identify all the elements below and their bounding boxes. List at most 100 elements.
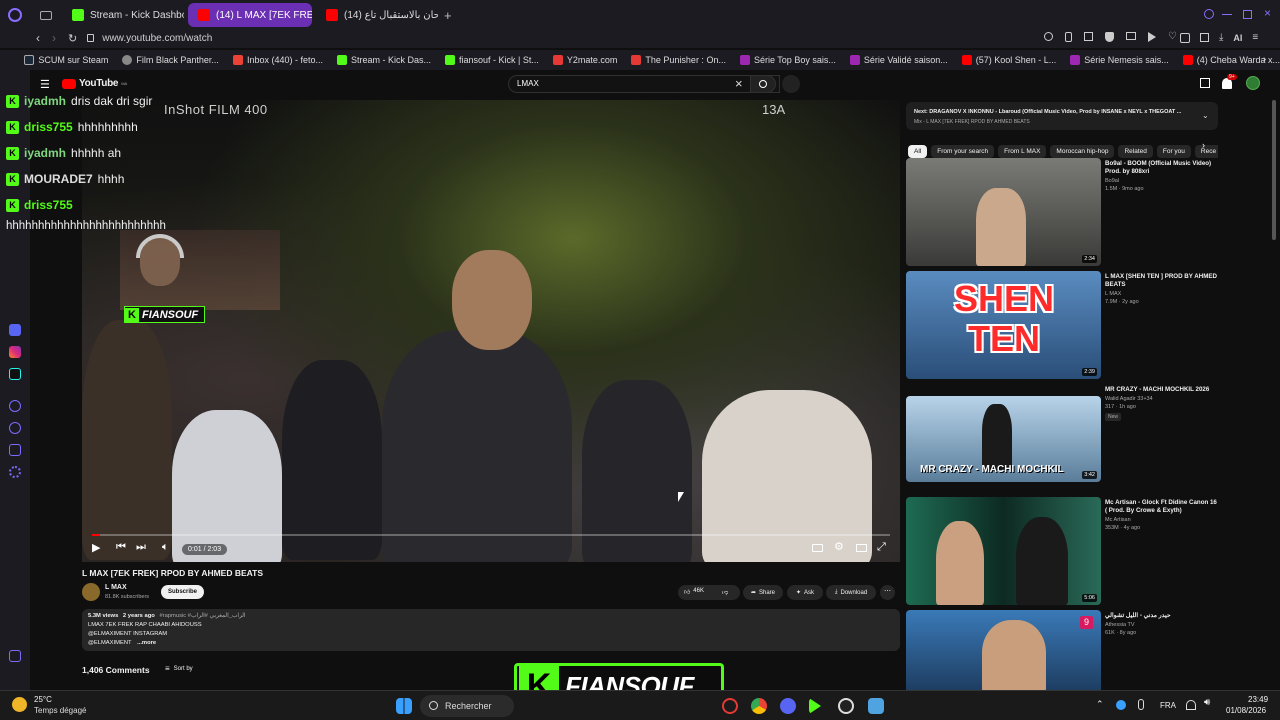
create-icon[interactable] (1200, 78, 1210, 88)
bookmarks-more-icon[interactable]: › (1263, 54, 1266, 65)
channel-name[interactable]: L MAX (105, 584, 127, 591)
chip-recent[interactable]: Rece (1194, 145, 1218, 158)
url-field[interactable]: www.youtube.com/watch (102, 33, 212, 44)
recommendation-item[interactable]: 2:34 Bo9al - BOOM (Official Music Video)… (906, 158, 1218, 268)
menu-icon[interactable]: ≡ (1252, 32, 1258, 43)
captions-icon[interactable] (812, 544, 823, 552)
play-icon[interactable] (1148, 32, 1156, 42)
pin-icon[interactable] (1065, 32, 1072, 42)
windows-start-icon[interactable] (396, 698, 412, 714)
reload-icon[interactable]: ↻ (68, 32, 77, 45)
recommendation-item[interactable]: MR CRAZY - MACHI MOCHKIL 3:42 MR CRAZY -… (906, 384, 1218, 494)
maximize-button[interactable] (1243, 10, 1252, 19)
speaker-icon[interactable]: 🔊︎ (1204, 697, 1210, 708)
ask-button[interactable]: ✦ Ask (787, 585, 823, 600)
settings-gear-icon[interactable]: ⚙ (834, 540, 844, 553)
bookmark-punisher[interactable]: The Punisher : On... (631, 55, 726, 65)
download-icon[interactable]: ⤓ (1219, 32, 1223, 43)
bookmark-nemesis[interactable]: Série Nemesis sais... (1070, 55, 1169, 65)
tab-list-icon[interactable] (40, 10, 52, 20)
forward-icon[interactable]: › (52, 31, 56, 45)
download-button[interactable]: ⤓ Download (826, 585, 876, 600)
next-button[interactable]: ⏭ (136, 541, 146, 554)
microphone-icon[interactable] (1138, 699, 1144, 710)
heart-icon[interactable]: ♡ (1168, 32, 1177, 42)
share-icon[interactable] (1200, 33, 1209, 42)
tray-overflow-icon[interactable]: ⌃ (1096, 699, 1104, 710)
app-icon[interactable] (868, 698, 884, 714)
recommendation-item[interactable]: 9 حيدر مدني - الليل تشوالي Athessia TV 6… (906, 610, 1218, 690)
recommendation-item[interactable]: SHEN TEN 2:39 L MAX [SHEN TEN ] PROD BY … (906, 271, 1218, 381)
bookmark-top-boy[interactable]: Série Top Boy sais... (739, 55, 836, 65)
bookmark-kick-fiansouf[interactable]: fiansouf - Kick | St... (445, 55, 539, 65)
discord-icon[interactable] (9, 324, 21, 336)
tab-youtube-lmax[interactable]: (14) L MAX [7EK FREK] RP (188, 3, 312, 27)
taskbar-search[interactable]: Rechercher (420, 695, 514, 717)
clock-date[interactable]: 01/08/2026 (1226, 706, 1266, 715)
chips-next-icon[interactable]: › (1202, 140, 1205, 150)
chip-from-lmax[interactable]: From L MAX (998, 145, 1047, 158)
player-icon[interactable] (9, 400, 21, 412)
clock-time[interactable]: 23:49 (1248, 695, 1268, 704)
chip-moroccan-hiphop[interactable]: Moroccan hip-hop (1050, 145, 1115, 158)
bookmark-scum[interactable]: SCUM sur Steam (24, 55, 108, 65)
up-next-bar[interactable]: Next: DRAGANOV X INKONNU - Lbaroud (Offi… (906, 102, 1218, 130)
bookmark-gmail[interactable]: Inbox (440) - feto... (232, 55, 323, 65)
opera-logo-icon[interactable] (8, 8, 22, 22)
tiktok-icon[interactable] (9, 368, 21, 380)
tab-kick-dashboard[interactable]: Stream - Kick Dashboard (62, 3, 184, 27)
subscribe-button[interactable]: Subscribe (161, 585, 205, 599)
weather-temp[interactable]: 25°C (34, 695, 52, 704)
zoom-icon[interactable] (1044, 32, 1053, 41)
share-button[interactable]: ➦ Share (743, 585, 783, 600)
volume-icon[interactable]: 🔈︎ (162, 541, 169, 554)
discord-icon[interactable] (780, 698, 796, 714)
bookmark-black-panther[interactable]: Film Black Panther... (122, 55, 219, 65)
instagram-icon[interactable] (9, 346, 21, 358)
gx-icon[interactable] (9, 650, 21, 662)
progress-bar[interactable] (92, 534, 890, 536)
chip-all[interactable]: All (908, 145, 928, 158)
page-scrollbar[interactable] (1272, 100, 1276, 240)
miniplayer-icon[interactable] (856, 544, 867, 552)
sort-by-button[interactable]: ≡ Sort by (165, 664, 193, 673)
snapshot-icon[interactable] (1084, 32, 1093, 41)
description-box[interactable]: 5.3M views 2 years ago #rapmusic #الراب_… (82, 609, 900, 651)
dislike-button[interactable]: 👎︎ (722, 588, 728, 596)
opera-taskbar-icon[interactable] (722, 698, 738, 714)
chevron-down-icon[interactable]: ⌄ (1202, 111, 1209, 120)
history-icon[interactable] (9, 422, 21, 434)
wallet-icon[interactable] (1126, 32, 1136, 40)
chip-from-your-search[interactable]: From your search (931, 145, 995, 158)
search-input[interactable]: LMAX (517, 79, 539, 88)
shield-icon[interactable] (1105, 32, 1114, 42)
bookmark-y2mate[interactable]: Y2mate.com (552, 55, 617, 65)
chrome-icon[interactable] (751, 698, 767, 714)
like-button[interactable]: 👍︎ 46K (684, 588, 704, 596)
network-icon[interactable] (1116, 700, 1126, 710)
wifi-icon[interactable] (1186, 700, 1196, 710)
more-actions-icon[interactable]: ⋯ (880, 585, 895, 600)
new-tab-button[interactable]: + (444, 8, 452, 23)
weather-desc[interactable]: Temps dégagé (34, 706, 86, 715)
chip-related[interactable]: Related (1118, 145, 1153, 158)
clear-search-icon[interactable]: × (735, 76, 743, 91)
play-button[interactable]: ▶ (92, 541, 100, 554)
bookmark-kool-shen[interactable]: (57) Kool Shen - L... (961, 55, 1056, 65)
previous-button[interactable]: ⏮ (116, 541, 126, 554)
weather-icon[interactable] (12, 697, 27, 712)
back-icon[interactable]: ‹ (36, 31, 40, 45)
voice-search-icon[interactable] (782, 75, 800, 93)
close-window-button[interactable]: × (1264, 6, 1271, 20)
search-tabs-icon[interactable] (1204, 9, 1214, 19)
bookmark-valide[interactable]: Série Validé saison... (849, 55, 948, 65)
notifications-button[interactable]: 9+ (1222, 74, 1237, 89)
kick-studio-icon[interactable] (809, 698, 821, 714)
avatar[interactable] (1246, 76, 1260, 90)
show-more-link[interactable]: ...more (137, 640, 156, 646)
recommendation-item[interactable]: 5:06 Mc Artisan - Glock Ft Didine Canon … (906, 497, 1218, 607)
fullscreen-icon[interactable]: ⤢ (877, 541, 886, 554)
ai-button[interactable]: AI (1233, 33, 1242, 43)
search-box[interactable]: LMAX × (508, 75, 780, 93)
obs-icon[interactable] (838, 698, 854, 714)
